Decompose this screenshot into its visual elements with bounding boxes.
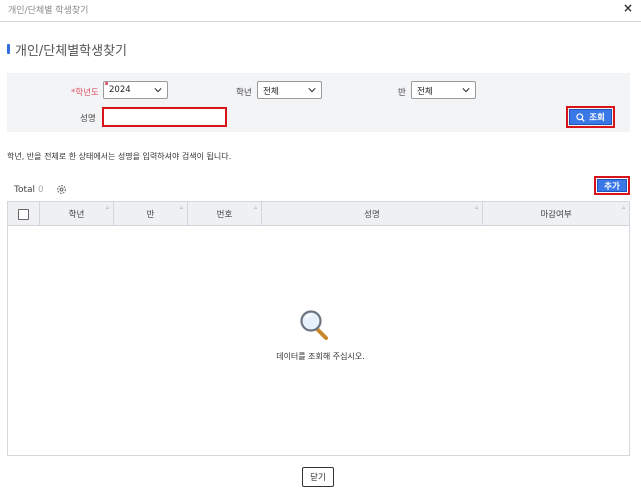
search-notice: 학년, 반을 전체로 한 상태에서는 성명을 입력하셔야 검색이 됩니다. xyxy=(7,152,232,161)
column-header-grade[interactable]: 학년 ▵ xyxy=(40,202,114,226)
column-header-label: 마감여부 xyxy=(540,210,572,220)
sort-icon: ▵ xyxy=(474,204,478,211)
search-icon xyxy=(576,112,585,122)
add-button-highlight: 추가 xyxy=(594,176,630,195)
window-close-icon[interactable]: × xyxy=(623,1,633,15)
name-label: 성명 xyxy=(80,114,96,124)
class-select-value: 전체 xyxy=(417,87,433,97)
year-select-value: 2024 xyxy=(109,85,131,95)
sort-icon: ▵ xyxy=(105,204,109,211)
column-header-class[interactable]: 반 ▵ xyxy=(114,202,188,226)
page-title-text: 개인/단체별학생찾기 xyxy=(15,43,128,59)
sort-icon: ▵ xyxy=(253,204,257,211)
empty-message: 데이터를 조회해 주십시오. xyxy=(276,352,365,361)
total-label: Total xyxy=(14,184,36,195)
select-all-cell xyxy=(8,202,40,226)
grade-select-value: 전체 xyxy=(263,87,279,97)
magnifier-icon xyxy=(300,310,328,340)
chevron-down-icon xyxy=(462,88,470,93)
column-header-label: 번호 xyxy=(216,210,233,220)
window-title: 개인/단체별 학생찾기 xyxy=(8,6,89,16)
name-input[interactable] xyxy=(104,114,225,130)
column-header-label: 반 xyxy=(146,210,155,220)
required-mark-icon xyxy=(105,82,108,85)
page-title: 개인/단체별학생찾기 xyxy=(7,41,128,59)
window-titlebar: 개인/단체별 학생찾기 × xyxy=(0,0,641,22)
class-select[interactable]: 전체 xyxy=(411,81,476,99)
sort-icon: ▵ xyxy=(179,204,183,211)
search-button-label: 조회 xyxy=(589,113,605,123)
chevron-down-icon xyxy=(308,88,316,93)
column-header-closed[interactable]: 마감여부 ▵ xyxy=(483,202,629,226)
sort-icon: ▵ xyxy=(621,204,625,211)
title-accent-bar xyxy=(7,44,10,54)
column-header-label: 성명 xyxy=(364,210,380,220)
total-count: 0 xyxy=(38,184,44,195)
name-input-wrapper xyxy=(102,107,227,130)
select-all-checkbox[interactable] xyxy=(18,208,29,220)
column-header-number[interactable]: 번호 ▵ xyxy=(188,202,262,226)
search-button-highlight: 조회 xyxy=(566,106,615,128)
total-counter: Total 0 xyxy=(14,184,67,195)
class-label: 반 xyxy=(398,88,406,98)
close-button[interactable]: 닫기 xyxy=(302,467,334,487)
add-button[interactable]: 추가 xyxy=(597,179,627,192)
search-button[interactable]: 조회 xyxy=(569,109,612,125)
grade-select[interactable]: 전체 xyxy=(257,81,322,99)
column-header-label: 학년 xyxy=(68,210,85,220)
year-select[interactable]: 2024 xyxy=(103,81,168,99)
column-header-name[interactable]: 성명 ▵ xyxy=(262,202,483,226)
year-label: *학년도 xyxy=(71,88,99,98)
chevron-down-icon xyxy=(154,88,162,93)
grid-header: 학년 ▵ 반 ▵ 번호 ▵ 성명 ▵ 마감여부 ▵ xyxy=(8,202,629,226)
grade-label: 학년 xyxy=(236,88,252,98)
gear-icon[interactable] xyxy=(56,184,67,195)
